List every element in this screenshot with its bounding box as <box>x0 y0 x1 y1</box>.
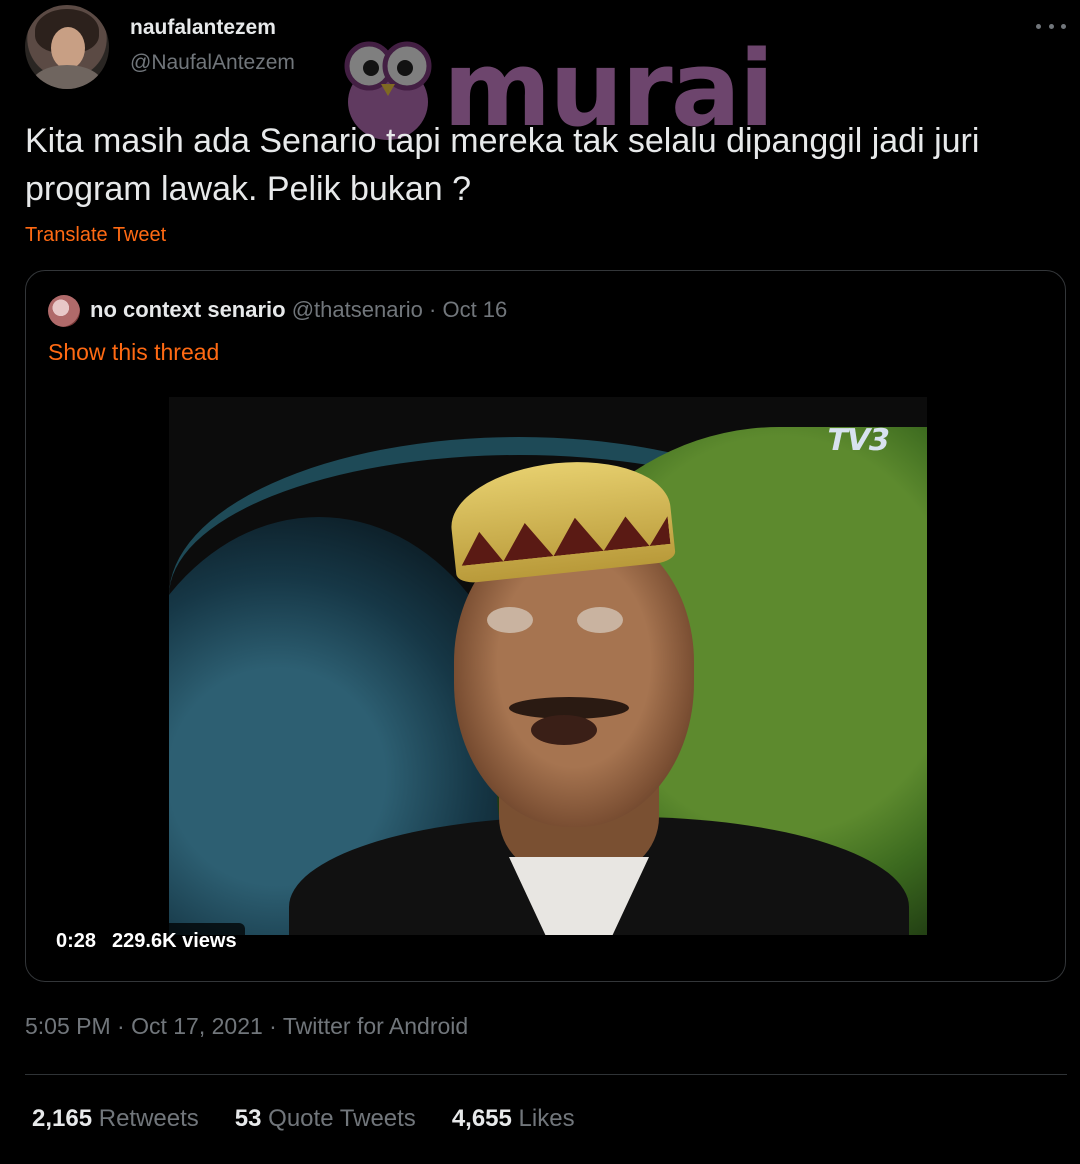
quoted-tweet-date: · Oct 16 <box>422 297 508 322</box>
likes-stat[interactable]: 4,655 Likes <box>452 1105 575 1133</box>
author-avatar[interactable] <box>25 5 109 89</box>
likes-label: Likes <box>518 1105 575 1132</box>
tweet-timestamp[interactable]: 5:05 PM · Oct 17, 2021 · Twitter for And… <box>25 1013 468 1040</box>
likes-count: 4,655 <box>451 1105 512 1132</box>
tv3-logo: TV3 <box>824 423 893 458</box>
quoted-tweet-card[interactable]: no context senario @thatsenario · Oct 16… <box>25 270 1066 982</box>
retweets-label: Retweets <box>98 1105 199 1132</box>
quoted-author-handle[interactable]: @thatsenario <box>292 297 423 322</box>
quote-tweets-count: 53 <box>234 1105 262 1132</box>
video-views: 229.6K views <box>112 929 237 952</box>
avatar-body <box>31 65 103 89</box>
quoted-author-name[interactable]: no context senario <box>90 297 286 322</box>
show-thread-link[interactable]: Show this thread <box>48 339 219 366</box>
video-duration: 0:28 <box>56 929 97 952</box>
tv3-logo-text: TV3 <box>823 423 893 458</box>
retweets-count: 2,165 <box>32 1105 93 1132</box>
video-player[interactable]: TV3 <box>169 397 927 935</box>
quoted-author-avatar[interactable] <box>48 295 80 327</box>
author-display-name[interactable]: naufalantezem <box>130 16 276 40</box>
video-eye-right <box>577 607 623 633</box>
video-info-badge: 0:28 229.6K views <box>48 923 245 959</box>
quoted-tweet-header: no context senario @thatsenario · Oct 16 <box>90 297 507 323</box>
more-horizontal-icon[interactable] <box>1036 16 1066 36</box>
engagement-stats: 2,165 Retweets 53 Quote Tweets 4,655 Lik… <box>32 1105 575 1133</box>
video-mouth <box>531 715 597 745</box>
divider <box>25 1074 1067 1075</box>
avatar-face <box>51 27 85 69</box>
quote-tweets-stat[interactable]: 53 Quote Tweets <box>235 1105 416 1133</box>
tweet-text: Kita masih ada Senario tapi mereka tak s… <box>25 122 980 208</box>
author-handle[interactable]: @NaufalAntezem <box>130 51 295 75</box>
video-eye-left <box>487 607 533 633</box>
quote-tweets-label: Quote Tweets <box>268 1105 416 1132</box>
retweets-stat[interactable]: 2,165 Retweets <box>32 1105 199 1133</box>
translate-tweet-link[interactable]: Translate Tweet <box>25 224 166 247</box>
